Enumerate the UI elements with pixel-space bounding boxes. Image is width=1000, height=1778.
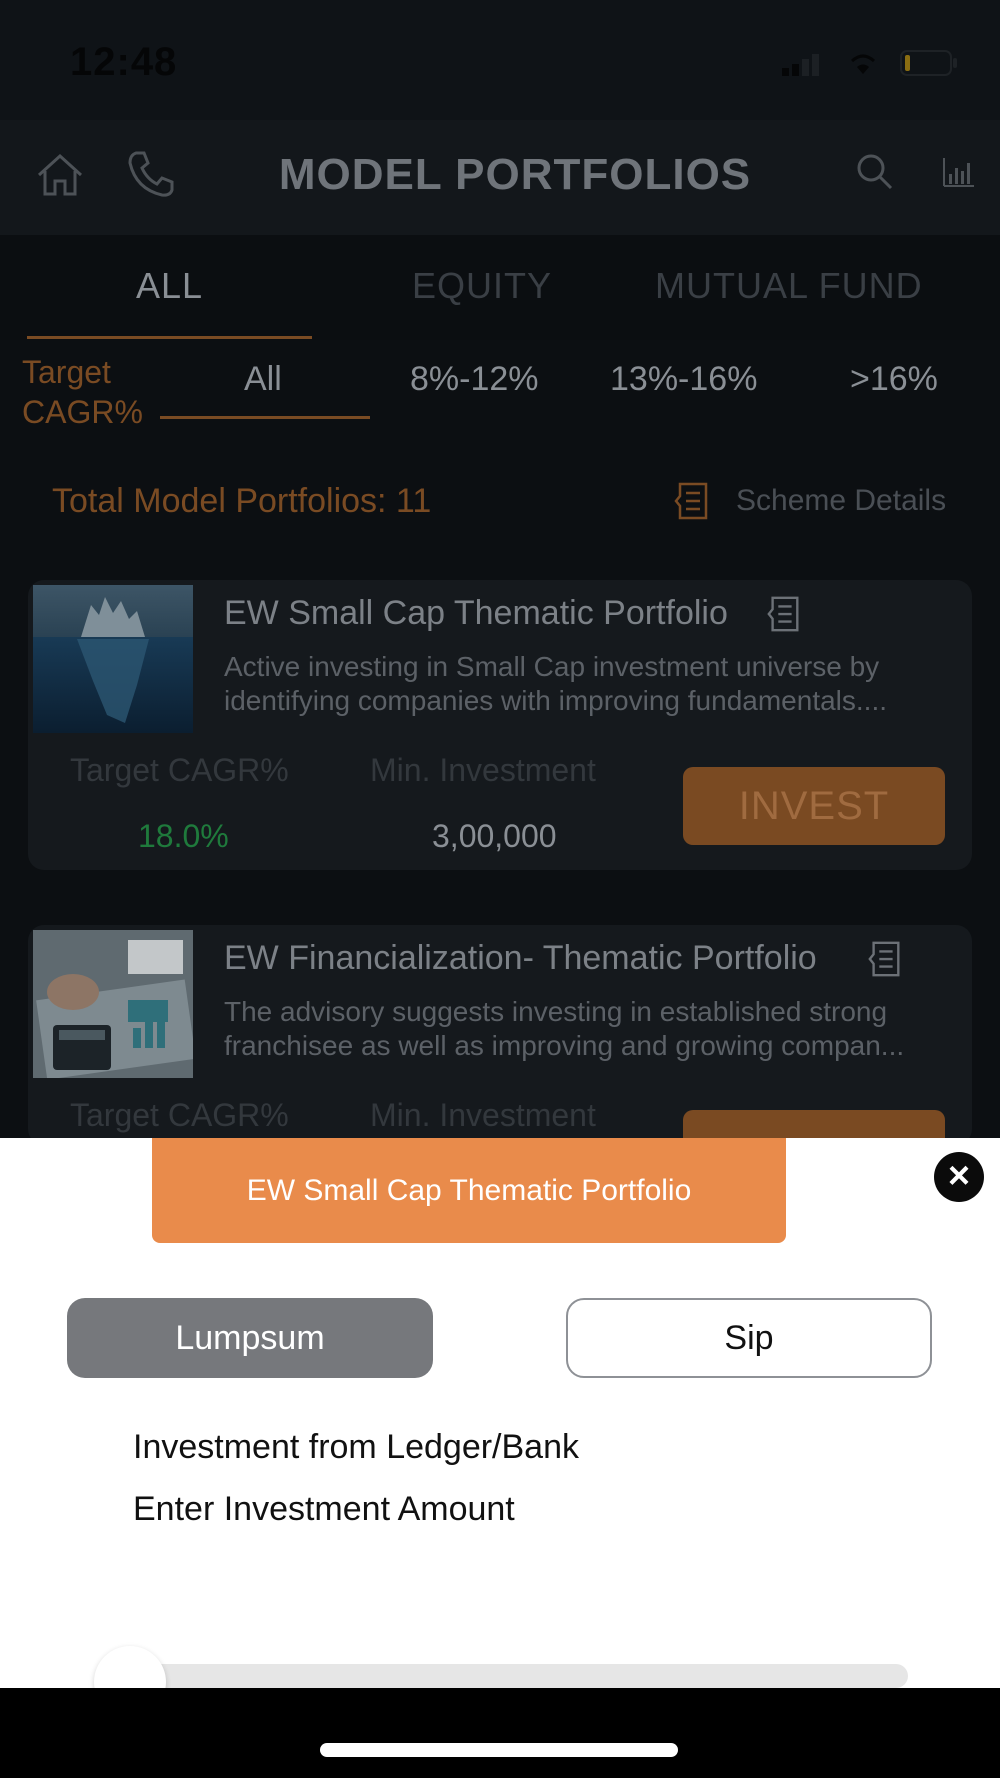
active-filter-indicator (160, 416, 370, 419)
wifi-icon (850, 54, 876, 74)
enter-amount-label: Enter Investment Amount (133, 1490, 515, 1528)
invest-button[interactable]: INVEST (683, 767, 945, 845)
selected-portfolio-banner: EW Small Cap Thematic Portfolio (152, 1138, 786, 1243)
scheme-details-link[interactable]: Scheme Details (736, 484, 946, 518)
portfolio-description: The advisory suggests investing in estab… (224, 996, 905, 1061)
search-icon[interactable] (853, 150, 897, 194)
portfolio-card[interactable]: EW Small Cap Thematic Portfolio Active i… (28, 580, 972, 870)
investment-sheet: EW Small Cap Thematic Portfolio × Lumpsu… (0, 1138, 1000, 1718)
category-tabs: ALL EQUITY MUTUAL FUND (0, 235, 1000, 340)
portfolio-title: EW Small Cap Thematic Portfolio (224, 594, 728, 632)
filter-label: Target CAGR% (22, 352, 143, 432)
cagr-filter: Target CAGR% All 8%-12% 13%-16% >16% (0, 340, 1000, 450)
target-cagr-label: Target CAGR% (70, 1097, 289, 1133)
tab-all[interactable]: ALL (136, 265, 203, 307)
page-title: MODEL PORTFOLIOS (278, 150, 752, 199)
portfolio-title: EW Financialization- Thematic Portfolio (224, 939, 817, 977)
filter-chip-16-plus[interactable]: >16% (850, 360, 938, 399)
tab-mutual-fund[interactable]: MUTUAL FUND (655, 265, 923, 307)
filter-label-line1: Target (22, 354, 111, 390)
portfolio-card[interactable]: EW Financialization- Thematic Portfolio … (28, 925, 972, 1145)
home-indicator-area (0, 1688, 1000, 1778)
target-cagr-value: 18.0% (138, 818, 229, 854)
signal-icon (782, 54, 819, 76)
active-tab-indicator (27, 336, 312, 339)
app-header: MODEL PORTFOLIOS (0, 120, 1000, 235)
finance-thumbnail (33, 930, 193, 1078)
iceberg-thumbnail (33, 585, 193, 733)
lumpsum-button[interactable]: Lumpsum (67, 1298, 433, 1378)
filter-label-line2: CAGR% (22, 394, 143, 430)
filter-chip-13-16[interactable]: 13%-16% (610, 360, 757, 399)
status-bar: 12:48 (0, 0, 1000, 120)
investment-source-label: Investment from Ledger/Bank (133, 1428, 580, 1466)
document-list-icon[interactable] (765, 594, 803, 634)
battery-icon (900, 50, 957, 76)
total-portfolios: Total Model Portfolios: 11 (52, 482, 432, 520)
min-investment-value: 3,00,000 (432, 818, 557, 854)
min-investment-label: Min. Investment (370, 752, 596, 788)
home-indicator[interactable] (320, 1743, 678, 1757)
min-investment-label: Min. Investment (370, 1097, 596, 1133)
portfolio-description: Active investing in Small Cap investment… (224, 651, 888, 716)
status-time: 12:48 (70, 40, 178, 84)
target-cagr-label: Target CAGR% (70, 752, 289, 788)
sip-button[interactable]: Sip (566, 1298, 932, 1378)
filter-chip-8-12[interactable]: 8%-12% (410, 360, 539, 399)
close-icon[interactable]: × (934, 1152, 984, 1202)
chart-icon[interactable] (940, 154, 976, 190)
summary-row: Total Model Portfolios: 11 Scheme Detail… (0, 470, 1000, 530)
document-list-icon[interactable] (672, 480, 712, 522)
document-list-icon[interactable] (866, 939, 904, 979)
filter-chip-all[interactable]: All (244, 360, 282, 399)
tab-equity[interactable]: EQUITY (412, 265, 552, 307)
amount-slider-track[interactable] (100, 1664, 908, 1688)
